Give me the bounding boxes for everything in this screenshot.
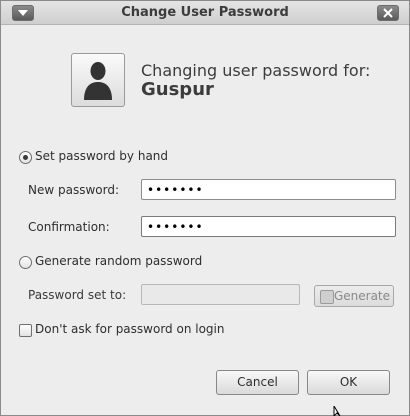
username-label: Guspur <box>141 79 214 100</box>
new-password-field[interactable] <box>141 179 396 200</box>
generate-icon <box>320 290 334 304</box>
user-avatar <box>71 53 125 107</box>
password-set-to-label: Password set to: <box>28 288 127 302</box>
close-button[interactable] <box>377 5 399 21</box>
window-title: Change User Password <box>121 5 289 20</box>
generate-button: Generate <box>314 285 394 307</box>
generate-button-label: Generate <box>333 289 391 303</box>
title-bar[interactable]: Change User Password <box>1 1 409 25</box>
new-password-label: New password: <box>28 183 120 197</box>
close-icon <box>383 8 393 18</box>
mouse-cursor-icon <box>333 406 341 416</box>
confirmation-field[interactable] <box>141 216 396 237</box>
ok-button[interactable]: OK <box>307 370 390 395</box>
generate-random-label[interactable]: Generate random password <box>35 254 202 268</box>
change-password-dialog: Change User Password Changing user passw… <box>0 0 410 416</box>
dont-ask-login-checkbox[interactable] <box>19 324 32 337</box>
confirmation-input[interactable] <box>142 217 395 236</box>
cancel-button[interactable]: Cancel <box>216 370 299 395</box>
dont-ask-login-label[interactable]: Don't ask for password on login <box>35 322 224 336</box>
header-text: Changing user password for: <box>141 61 371 80</box>
confirmation-label: Confirmation: <box>28 220 110 234</box>
cancel-button-label: Cancel <box>237 375 278 389</box>
ok-button-label: OK <box>339 375 358 389</box>
new-password-input[interactable] <box>142 180 395 199</box>
password-set-to-input <box>142 285 299 304</box>
generate-random-radio[interactable] <box>19 256 32 269</box>
password-set-to-field <box>141 284 300 305</box>
user-silhouette-icon <box>84 62 112 100</box>
set-by-hand-radio[interactable] <box>19 151 32 164</box>
set-by-hand-label[interactable]: Set password by hand <box>35 149 168 163</box>
